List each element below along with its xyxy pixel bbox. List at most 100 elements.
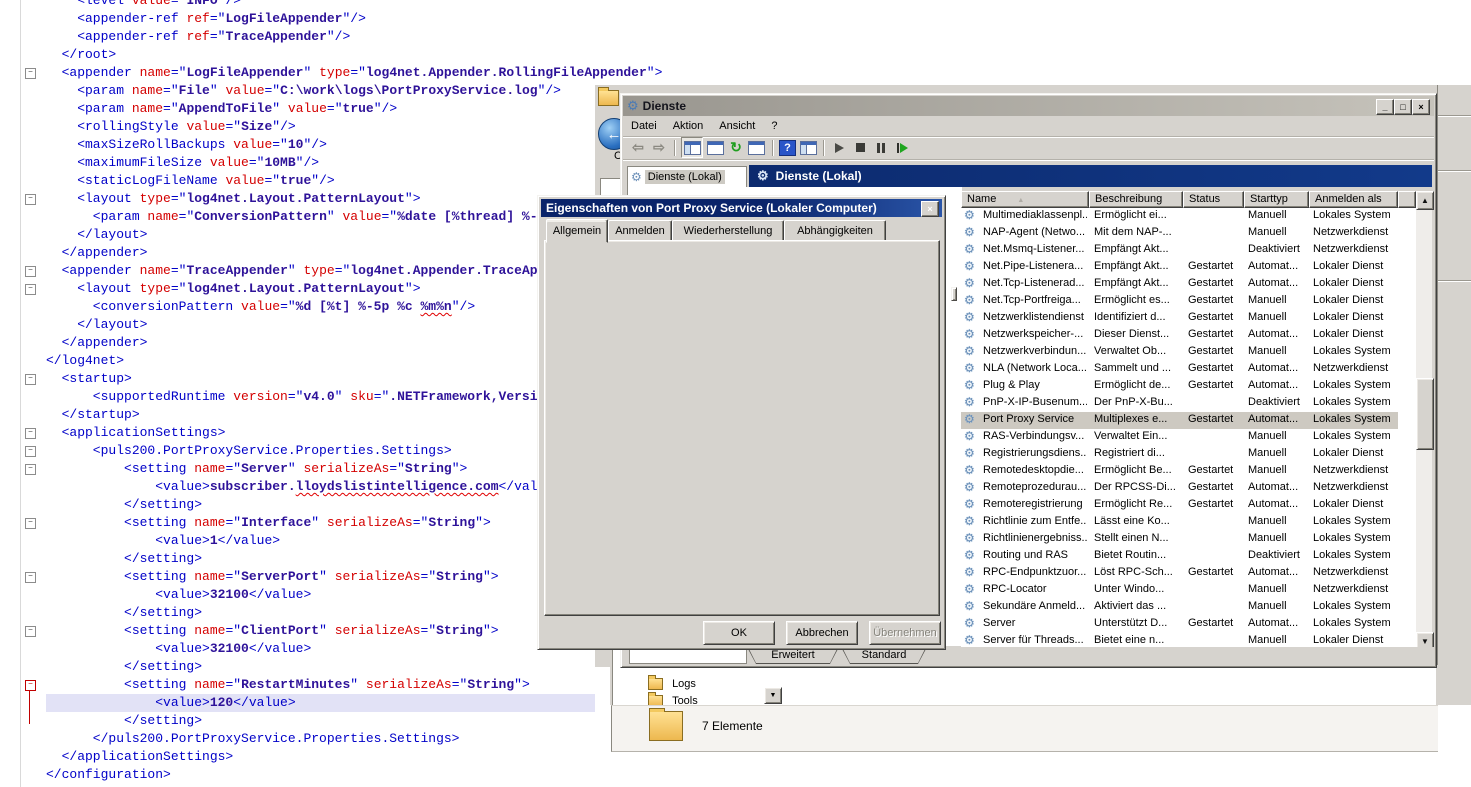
fold-marker[interactable]: − bbox=[25, 446, 36, 457]
code-line[interactable]: <setting name="RestartMinutes" serialize… bbox=[46, 676, 595, 694]
service-row[interactable]: ⚙Plug & PlayErmöglicht de...GestartetAut… bbox=[961, 378, 1398, 395]
restart-service-icon[interactable] bbox=[893, 139, 911, 156]
code-line[interactable]: <appender-ref ref="TraceAppender"/> bbox=[46, 28, 595, 46]
code-line[interactable]: <startup> bbox=[46, 370, 595, 388]
code-line[interactable]: </applicationSettings> bbox=[46, 748, 595, 766]
start-service-icon[interactable] bbox=[830, 139, 848, 156]
code-line[interactable]: </setting> bbox=[46, 496, 595, 514]
close-button[interactable]: × bbox=[1412, 99, 1430, 115]
abbrechen-button[interactable]: Abbrechen bbox=[786, 621, 858, 645]
service-row[interactable]: ⚙Netzwerkspeicher-...Dieser Dienst...Ges… bbox=[961, 327, 1398, 344]
file-row[interactable]: Tools bbox=[648, 695, 698, 705]
code-line[interactable]: <staticLogFileName value="true"/> bbox=[46, 172, 595, 190]
menu-aktion[interactable]: Aktion bbox=[665, 118, 712, 134]
service-row[interactable]: ⚙Richtlinie zum Entfe...Lässt eine Ko...… bbox=[961, 514, 1398, 531]
refresh-icon[interactable]: ↻ bbox=[727, 139, 745, 156]
service-row[interactable]: ⚙RemoteregistrierungErmöglicht Re...Gest… bbox=[961, 497, 1398, 514]
show-console-tree-icon[interactable] bbox=[681, 137, 703, 158]
service-row[interactable]: ⚙RPC-Endpunktzuor...Löst RPC-Sch...Gesta… bbox=[961, 565, 1398, 582]
pause-service-icon[interactable] bbox=[872, 139, 890, 156]
code-line[interactable]: <maximumFileSize value="10MB"/> bbox=[46, 154, 595, 172]
code-line[interactable]: </log4net> bbox=[46, 352, 595, 370]
maximize-button[interactable]: □ bbox=[1394, 99, 1412, 115]
code-line[interactable]: </configuration> bbox=[46, 766, 595, 784]
code-line[interactable]: <value>32100</value> bbox=[46, 640, 595, 658]
code-line[interactable]: </setting> bbox=[46, 550, 595, 568]
back-icon[interactable]: ⇦ bbox=[629, 139, 647, 156]
service-row[interactable]: ⚙Registrierungsdiens...Registriert di...… bbox=[961, 446, 1398, 463]
code-line[interactable]: <rollingStyle value="Size"/> bbox=[46, 118, 595, 136]
fold-marker[interactable]: − bbox=[25, 626, 36, 637]
code-line[interactable]: </puls200.PortProxyService.Properties.Se… bbox=[46, 730, 595, 748]
service-row[interactable]: ⚙Net.Pipe-Listenera...Empfängt Akt...Ges… bbox=[961, 259, 1398, 276]
service-row[interactable]: ⚙Richtlinienergebniss...Stellt einen N..… bbox=[961, 531, 1398, 548]
pane-splitter[interactable] bbox=[951, 287, 957, 301]
explorer-dropdown-button[interactable]: ▼ bbox=[764, 687, 782, 704]
fold-marker[interactable]: − bbox=[25, 194, 36, 205]
list-scrollbar[interactable]: ▲ ▼ bbox=[1416, 191, 1432, 649]
code-line[interactable]: </root> bbox=[46, 46, 595, 64]
code-line[interactable]: <puls200.PortProxyService.Properties.Set… bbox=[46, 442, 595, 460]
column-header-status[interactable]: Status bbox=[1183, 191, 1244, 208]
scrollbar-thumb[interactable] bbox=[1416, 378, 1434, 450]
service-row[interactable]: ⚙NetzwerklistendienstIdentifiziert d...G… bbox=[961, 310, 1398, 327]
service-row[interactable]: ⚙Remoteprozedurau...Der RPCSS-Di...Gesta… bbox=[961, 480, 1398, 497]
minimize-button[interactable]: _ bbox=[1376, 99, 1394, 115]
tree-root-item[interactable]: ⚙ Dienste (Lokal) bbox=[627, 166, 747, 187]
service-row[interactable]: ⚙RPC-LocatorUnter Windo...ManuellNetzwer… bbox=[961, 582, 1398, 599]
fold-marker[interactable]: − bbox=[25, 266, 36, 277]
code-line[interactable]: <appender-ref ref="LogFileAppender"/> bbox=[46, 10, 595, 28]
column-header-name[interactable]: Name ▲ bbox=[961, 191, 1089, 208]
menu-help[interactable]: ? bbox=[763, 118, 785, 134]
services-toolbar[interactable]: ⇦ ⇨ ↻ → ? bbox=[623, 136, 1434, 160]
fold-marker[interactable]: − bbox=[25, 572, 36, 583]
code-line[interactable]: </layout> bbox=[46, 226, 595, 244]
code-line[interactable]: <value>subscriber.lloydslistintelligence… bbox=[46, 478, 595, 496]
column-header-beschreibung[interactable]: Beschreibung bbox=[1089, 191, 1183, 208]
service-row[interactable]: ⚙RAS-Verbindungsv...Verwaltet Ein...Manu… bbox=[961, 429, 1398, 446]
menu-datei[interactable]: Datei bbox=[623, 118, 665, 134]
code-area[interactable]: <level value="INFO"/> <appender-ref ref=… bbox=[46, 0, 595, 784]
code-line[interactable]: <setting name="ServerPort" serializeAs="… bbox=[46, 568, 595, 586]
services-titlebar[interactable]: ⚙ Dienste _ □ × bbox=[623, 96, 1434, 116]
fold-marker-active[interactable]: − bbox=[25, 680, 36, 691]
services-list[interactable]: Name ▲ Beschreibung Status Starttyp Anme… bbox=[961, 191, 1416, 650]
service-row[interactable]: ⚙NAP-Agent (Netwo...Mit dem NAP-...Manue… bbox=[961, 225, 1398, 242]
code-line[interactable]: </setting> bbox=[46, 658, 595, 676]
service-row-selected[interactable]: ⚙Port Proxy ServiceMultiplexes e...Gesta… bbox=[961, 412, 1398, 429]
export-list-icon[interactable]: → bbox=[748, 139, 766, 156]
code-line[interactable]: <supportedRuntime version="v4.0" sku=".N… bbox=[46, 388, 595, 406]
code-line[interactable]: </appender> bbox=[46, 334, 595, 352]
standard-view-icon[interactable] bbox=[799, 139, 817, 156]
code-line[interactable]: <level value="INFO"/> bbox=[46, 0, 595, 10]
code-line[interactable]: <appender name="TraceAppender" type="log… bbox=[46, 262, 595, 280]
ok-button[interactable]: OK bbox=[703, 621, 775, 645]
code-line[interactable]: <applicationSettings> bbox=[46, 424, 595, 442]
service-row[interactable]: ⚙Netzwerkverbindun...Verwaltet Ob...Gest… bbox=[961, 344, 1398, 361]
service-row[interactable]: ⚙ServerUnterstützt D...GestartetAutomat.… bbox=[961, 616, 1398, 633]
code-line[interactable]: <value>120</value> bbox=[46, 694, 595, 712]
fold-marker[interactable]: − bbox=[25, 518, 36, 529]
properties-dialog[interactable]: Eigenschaften von Port Proxy Service (Lo… bbox=[537, 195, 946, 650]
menu-ansicht[interactable]: Ansicht bbox=[711, 118, 763, 134]
fold-marker[interactable]: − bbox=[25, 464, 36, 475]
code-line[interactable]: <param name="ConversionPattern" value="%… bbox=[46, 208, 595, 226]
code-line[interactable]: </startup> bbox=[46, 406, 595, 424]
code-line[interactable]: <maxSizeRollBackups value="10"/> bbox=[46, 136, 595, 154]
code-line[interactable]: <setting name="Interface" serializeAs="S… bbox=[46, 514, 595, 532]
code-line[interactable]: </setting> bbox=[46, 604, 595, 622]
tab-anmelden[interactable]: Anmelden bbox=[608, 220, 672, 242]
code-line[interactable]: <layout type="log4net.Layout.PatternLayo… bbox=[46, 280, 595, 298]
stop-service-icon[interactable] bbox=[851, 139, 869, 156]
code-line[interactable]: <setting name="ClientPort" serializeAs="… bbox=[46, 622, 595, 640]
column-header-anmelden-als[interactable]: Anmelden als bbox=[1309, 191, 1398, 208]
-bernehmen-button[interactable]: Übernehmen bbox=[869, 621, 941, 645]
properties-icon[interactable] bbox=[706, 139, 724, 156]
service-row[interactable]: ⚙PnP-X-IP-Busenum...Der PnP-X-Bu...Deakt… bbox=[961, 395, 1398, 412]
code-line[interactable]: <param name="AppendToFile" value="true"/… bbox=[46, 100, 595, 118]
fold-marker[interactable]: − bbox=[25, 428, 36, 439]
service-row[interactable]: ⚙Routing und RASBietet Routin...Deaktivi… bbox=[961, 548, 1398, 565]
service-row[interactable]: ⚙Net.Tcp-Listenerad...Empfängt Akt...Ges… bbox=[961, 276, 1398, 293]
file-row[interactable]: Logs bbox=[648, 678, 696, 690]
dialog-titlebar[interactable]: Eigenschaften von Port Proxy Service (Lo… bbox=[541, 199, 942, 217]
